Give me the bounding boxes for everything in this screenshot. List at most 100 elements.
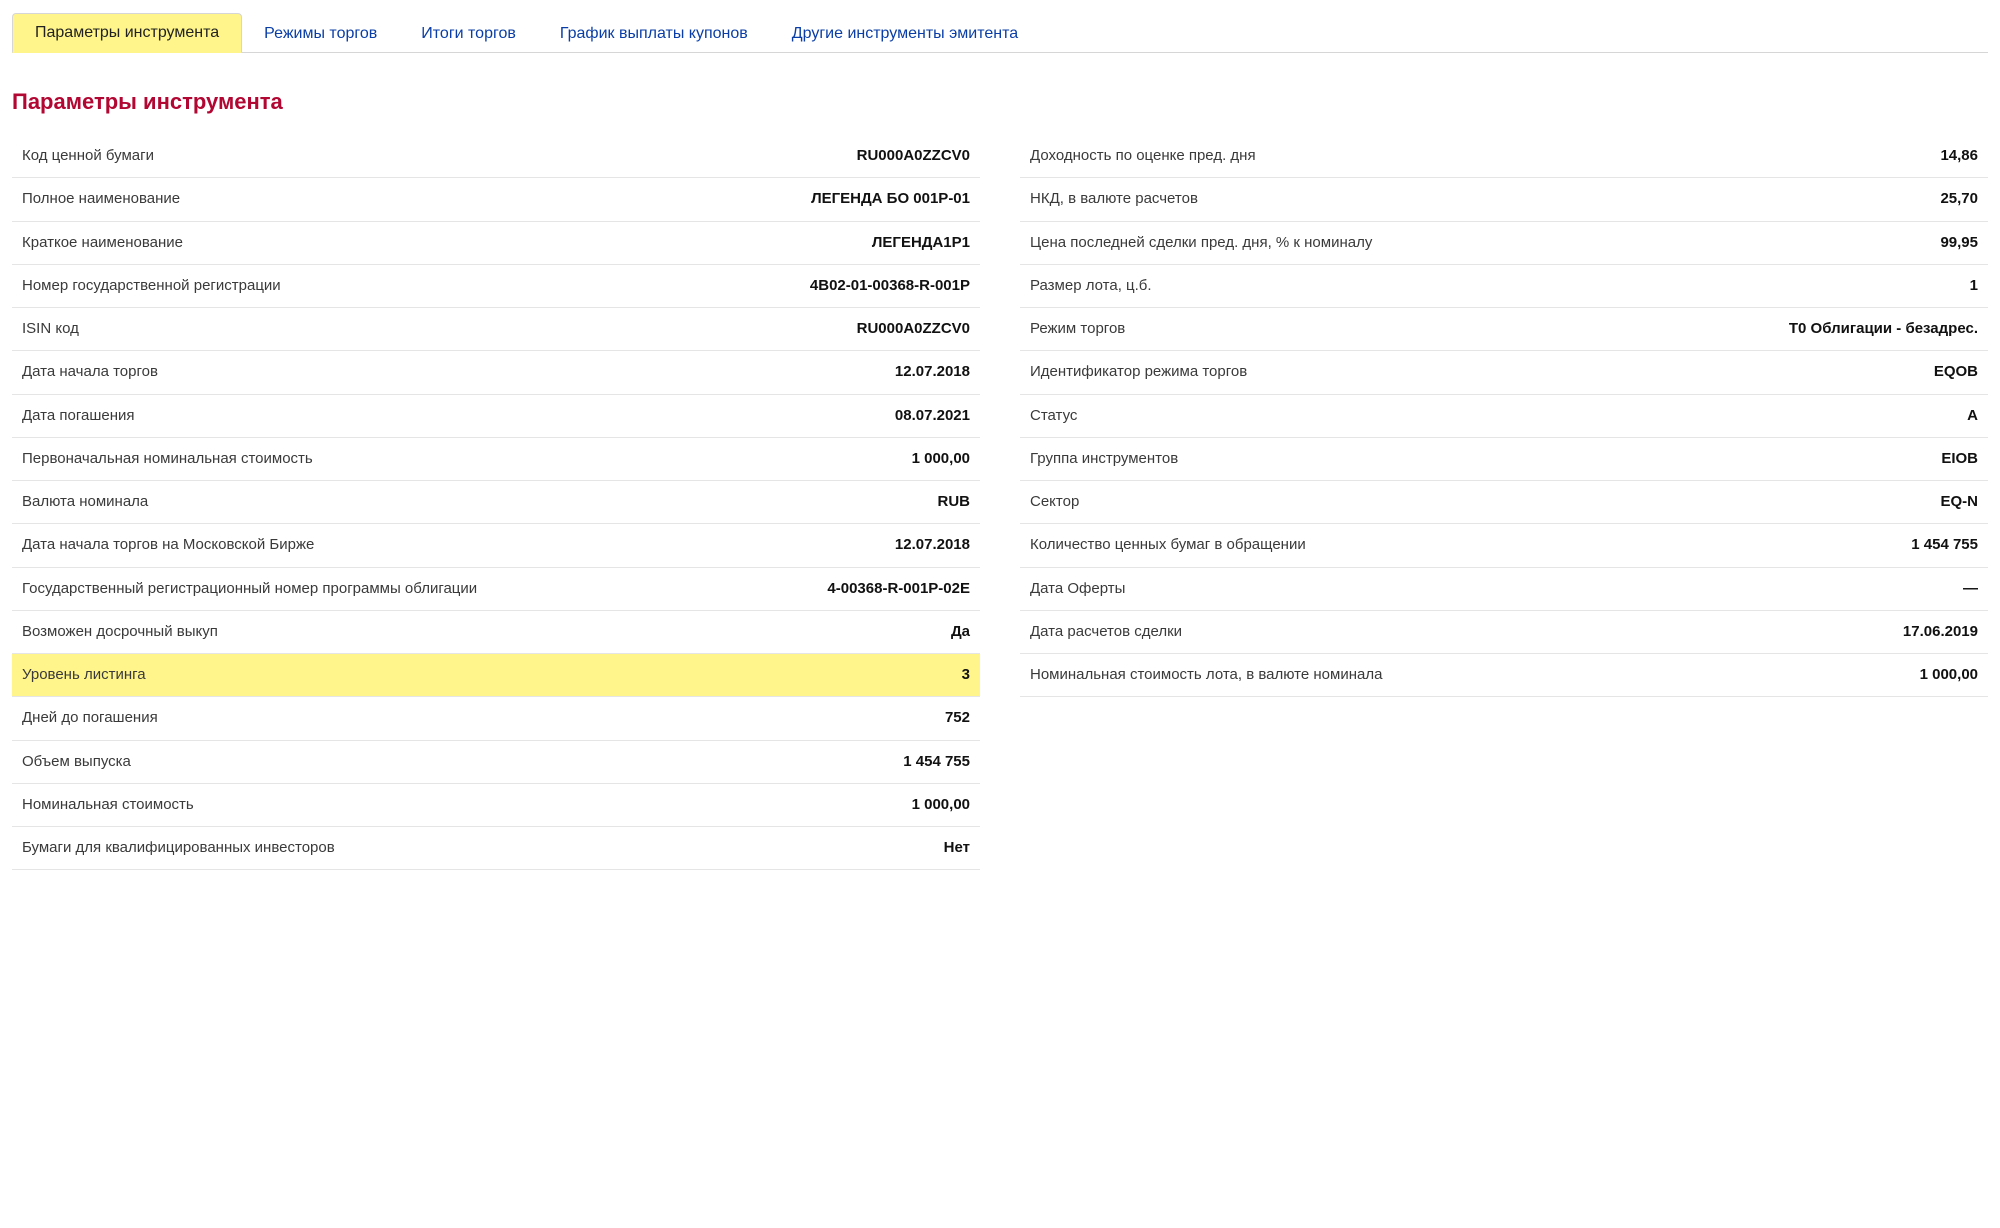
param-label: Номинальная стоимость лота, в валюте ном… xyxy=(1030,665,1382,685)
param-value: 1 454 755 xyxy=(903,752,970,772)
param-label: Идентификатор режима торгов xyxy=(1030,362,1247,382)
param-value: 99,95 xyxy=(1940,233,1978,253)
param-label: Статус xyxy=(1030,406,1077,426)
param-label: Номер государственной регистрации xyxy=(22,276,281,296)
param-label: Количество ценных бумаг в обращении xyxy=(1030,535,1306,555)
param-value: 1 000,00 xyxy=(912,449,970,469)
param-row: Режим торгов Т0 Облигации - безадрес. xyxy=(1020,308,1988,351)
param-value: RU000A0ZZCV0 xyxy=(857,319,970,339)
param-value: 08.07.2021 xyxy=(895,406,970,426)
section-title: Параметры инструмента xyxy=(12,89,1988,115)
param-value: 752 xyxy=(945,708,970,728)
param-row: Статус A xyxy=(1020,395,1988,438)
param-value: 1 000,00 xyxy=(1920,665,1978,685)
param-label: Уровень листинга xyxy=(22,665,146,685)
param-row: Номинальная стоимость 1 000,00 xyxy=(12,784,980,827)
param-row: Возможен досрочный выкуп Да xyxy=(12,611,980,654)
param-label: Дата начала торгов на Московской Бирже xyxy=(22,535,314,555)
param-value: Да xyxy=(951,622,970,642)
param-row: Количество ценных бумаг в обращении 1 454… xyxy=(1020,524,1988,567)
param-value: Нет xyxy=(944,838,970,858)
param-row: Государственный регистрационный номер пр… xyxy=(12,568,980,611)
param-row: Бумаги для квалифицированных инвесторов Н… xyxy=(12,827,980,870)
param-row: НКД, в валюте расчетов 25,70 xyxy=(1020,178,1988,221)
param-label: Бумаги для квалифицированных инвесторов xyxy=(22,838,335,858)
param-row: Дней до погашения 752 xyxy=(12,697,980,740)
param-value: 4B02-01-00368-R-001P xyxy=(810,276,970,296)
param-row: ISIN код RU000A0ZZCV0 xyxy=(12,308,980,351)
param-value: 1 xyxy=(1970,276,1978,296)
param-row: Код ценной бумаги RU000A0ZZCV0 xyxy=(12,135,980,178)
param-row: Полное наименование ЛЕГЕНДА БО 001Р-01 xyxy=(12,178,980,221)
param-label: Дней до погашения xyxy=(22,708,158,728)
param-row: Валюта номинала RUB xyxy=(12,481,980,524)
param-row: Цена последней сделки пред. дня, % к ном… xyxy=(1020,222,1988,265)
right-column: Доходность по оценке пред. дня 14,86 НКД, … xyxy=(1020,135,1988,870)
param-row: Дата Оферты — xyxy=(1020,568,1988,611)
tab-instrument-params[interactable]: Параметры инструмента xyxy=(12,13,242,53)
param-label: Государственный регистрационный номер пр… xyxy=(22,579,477,599)
param-label: Номинальная стоимость xyxy=(22,795,194,815)
param-label: Дата погашения xyxy=(22,406,135,426)
param-row: Группа инструментов EIOB xyxy=(1020,438,1988,481)
param-label: Код ценной бумаги xyxy=(22,146,154,166)
param-label: Группа инструментов xyxy=(1030,449,1178,469)
param-label: ISIN код xyxy=(22,319,79,339)
param-value: EQOB xyxy=(1934,362,1978,382)
param-value: 1 000,00 xyxy=(912,795,970,815)
param-value: 1 454 755 xyxy=(1911,535,1978,555)
param-value: 14,86 xyxy=(1940,146,1978,166)
param-label: Валюта номинала xyxy=(22,492,148,512)
tab-other-instruments[interactable]: Другие инструменты эмитента xyxy=(770,15,1040,53)
param-row: Сектор EQ-N xyxy=(1020,481,1988,524)
param-value: RUB xyxy=(938,492,971,512)
param-value: RU000A0ZZCV0 xyxy=(857,146,970,166)
tab-trading-modes[interactable]: Режимы торгов xyxy=(242,15,399,53)
param-row: Номер государственной регистрации 4B02-01… xyxy=(12,265,980,308)
param-row: Первоначальная номинальная стоимость 1 00… xyxy=(12,438,980,481)
param-value: 25,70 xyxy=(1940,189,1978,209)
param-label: Режим торгов xyxy=(1030,319,1125,339)
param-value: EQ-N xyxy=(1941,492,1979,512)
param-label: Сектор xyxy=(1030,492,1079,512)
param-label: Цена последней сделки пред. дня, % к ном… xyxy=(1030,233,1372,253)
tab-coupon-schedule[interactable]: График выплаты купонов xyxy=(538,15,770,53)
param-row: Уровень листинга 3 xyxy=(12,654,980,697)
param-value: 17.06.2019 xyxy=(1903,622,1978,642)
parameters-columns: Код ценной бумаги RU000A0ZZCV0 Полное наим… xyxy=(12,135,1988,870)
param-row: Доходность по оценке пред. дня 14,86 xyxy=(1020,135,1988,178)
param-label: Возможен досрочный выкуп xyxy=(22,622,218,642)
param-label: Размер лота, ц.б. xyxy=(1030,276,1152,296)
param-value: 3 xyxy=(962,665,970,685)
param-row: Размер лота, ц.б. 1 xyxy=(1020,265,1988,308)
param-row: Номинальная стоимость лота, в валюте ном… xyxy=(1020,654,1988,697)
param-value: EIOB xyxy=(1941,449,1978,469)
param-row: Дата расчетов сделки 17.06.2019 xyxy=(1020,611,1988,654)
tab-bar: Параметры инструмента Режимы торгов Итог… xyxy=(12,12,1988,53)
param-label: Объем выпуска xyxy=(22,752,131,772)
left-column: Код ценной бумаги RU000A0ZZCV0 Полное наим… xyxy=(12,135,980,870)
tab-trading-results[interactable]: Итоги торгов xyxy=(399,15,538,53)
param-label: Дата расчетов сделки xyxy=(1030,622,1182,642)
param-label: Полное наименование xyxy=(22,189,180,209)
param-value: ЛЕГЕНДА1Р1 xyxy=(872,233,970,253)
param-label: Доходность по оценке пред. дня xyxy=(1030,146,1256,166)
param-value: 12.07.2018 xyxy=(895,535,970,555)
param-value: 12.07.2018 xyxy=(895,362,970,382)
param-row: Объем выпуска 1 454 755 xyxy=(12,741,980,784)
param-value: 4-00368-R-001P-02E xyxy=(827,579,970,599)
param-value: A xyxy=(1967,406,1978,426)
param-row: Дата начала торгов на Московской Бирже 12… xyxy=(12,524,980,567)
param-label: НКД, в валюте расчетов xyxy=(1030,189,1198,209)
param-row: Идентификатор режима торгов EQOB xyxy=(1020,351,1988,394)
param-label: Дата Оферты xyxy=(1030,579,1125,599)
param-row: Дата погашения 08.07.2021 xyxy=(12,395,980,438)
param-label: Дата начала торгов xyxy=(22,362,158,382)
param-row: Краткое наименование ЛЕГЕНДА1Р1 xyxy=(12,222,980,265)
param-row: Дата начала торгов 12.07.2018 xyxy=(12,351,980,394)
param-label: Краткое наименование xyxy=(22,233,183,253)
param-value: Т0 Облигации - безадрес. xyxy=(1789,319,1978,339)
param-value: ЛЕГЕНДА БО 001Р-01 xyxy=(811,189,970,209)
param-value: — xyxy=(1963,579,1978,599)
param-label: Первоначальная номинальная стоимость xyxy=(22,449,313,469)
